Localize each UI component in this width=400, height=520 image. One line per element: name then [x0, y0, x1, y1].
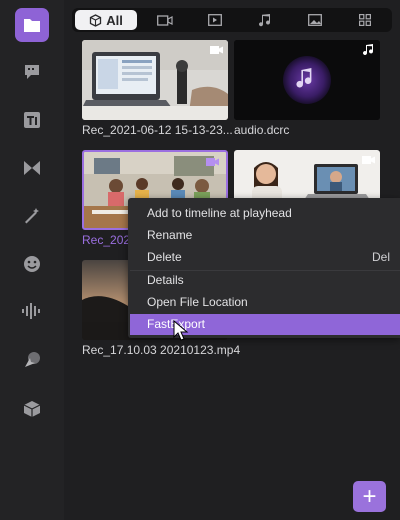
tab-screen-recording[interactable]	[190, 10, 240, 30]
media-clip-thumbnail[interactable]	[82, 40, 228, 120]
tab-all-label: All	[106, 12, 123, 28]
menu-item-shortcut: Del	[371, 250, 390, 264]
clip-name: Rec_17.10.03 20210123.mp4	[82, 343, 241, 357]
cursor-effect-icon	[25, 352, 40, 367]
image-icon	[308, 14, 322, 26]
music-note-icon	[259, 13, 271, 26]
tab-video[interactable]	[140, 10, 190, 30]
sidebar-item-audio[interactable]	[15, 294, 49, 328]
audio-wave-icon	[22, 303, 40, 319]
sidebar-item-transitions[interactable]	[15, 151, 49, 185]
menu-item-add-to-timeline[interactable]: Add to timeline at playhead	[130, 203, 400, 224]
menu-item-details[interactable]: Details	[130, 270, 400, 291]
menu-item-label: Details	[147, 273, 184, 287]
menu-item-label: Add to timeline at playhead	[147, 206, 292, 220]
smiley-icon	[24, 256, 40, 272]
tab-all[interactable]: All	[75, 10, 137, 30]
add-media-button[interactable]: +	[353, 481, 386, 512]
video-camera-icon	[157, 14, 173, 26]
video-clip-icon	[210, 44, 224, 55]
menu-item-label: Rename	[147, 228, 193, 242]
media-filter-bar: All	[72, 8, 392, 32]
menu-item-delete[interactable]: Delete Del	[130, 247, 400, 268]
media-clip-thumbnail[interactable]	[234, 40, 380, 120]
mouse-pointer-icon	[173, 320, 189, 341]
magic-wand-icon	[25, 208, 39, 224]
text-icon	[24, 112, 40, 128]
cube-icon	[90, 13, 102, 27]
sidebar-item-elements[interactable]	[15, 391, 49, 425]
menu-item-fastexport[interactable]: FastExport	[130, 314, 400, 335]
grid-icon	[359, 14, 371, 26]
sidebar-item-annotation[interactable]	[15, 55, 49, 89]
sidebar	[0, 0, 64, 520]
clip-name: audio.dcrc	[234, 123, 290, 137]
sidebar-item-text[interactable]	[15, 103, 49, 137]
sidebar-item-effects[interactable]	[15, 199, 49, 233]
tab-audio[interactable]	[240, 10, 290, 30]
clip-name: Rec_2021-06-12 15-13-23...	[82, 123, 233, 137]
plus-icon: +	[362, 482, 377, 510]
sidebar-item-media[interactable]	[15, 8, 49, 42]
audio-clip-icon	[362, 43, 376, 55]
speech-bubble-icon	[25, 65, 39, 79]
sidebar-item-cursor[interactable]	[15, 343, 49, 377]
tab-image[interactable]	[290, 10, 340, 30]
transition-icon	[24, 161, 40, 175]
sidebar-item-stickers[interactable]	[15, 247, 49, 281]
menu-item-label: Open File Location	[147, 295, 248, 309]
laptop-thumbnail	[82, 40, 228, 120]
play-icon	[208, 14, 222, 26]
video-clip-icon	[362, 154, 376, 165]
video-clip-icon	[206, 156, 220, 167]
audio-thumbnail	[234, 40, 380, 120]
tab-other[interactable]	[340, 10, 390, 30]
box-icon	[23, 401, 41, 417]
context-menu: Add to timeline at playhead Rename Delet…	[128, 198, 400, 338]
menu-item-open-file-location[interactable]: Open File Location	[130, 292, 400, 313]
menu-item-rename[interactable]: Rename	[130, 225, 400, 246]
folder-icon	[24, 19, 40, 32]
menu-item-label: Delete	[147, 250, 182, 264]
